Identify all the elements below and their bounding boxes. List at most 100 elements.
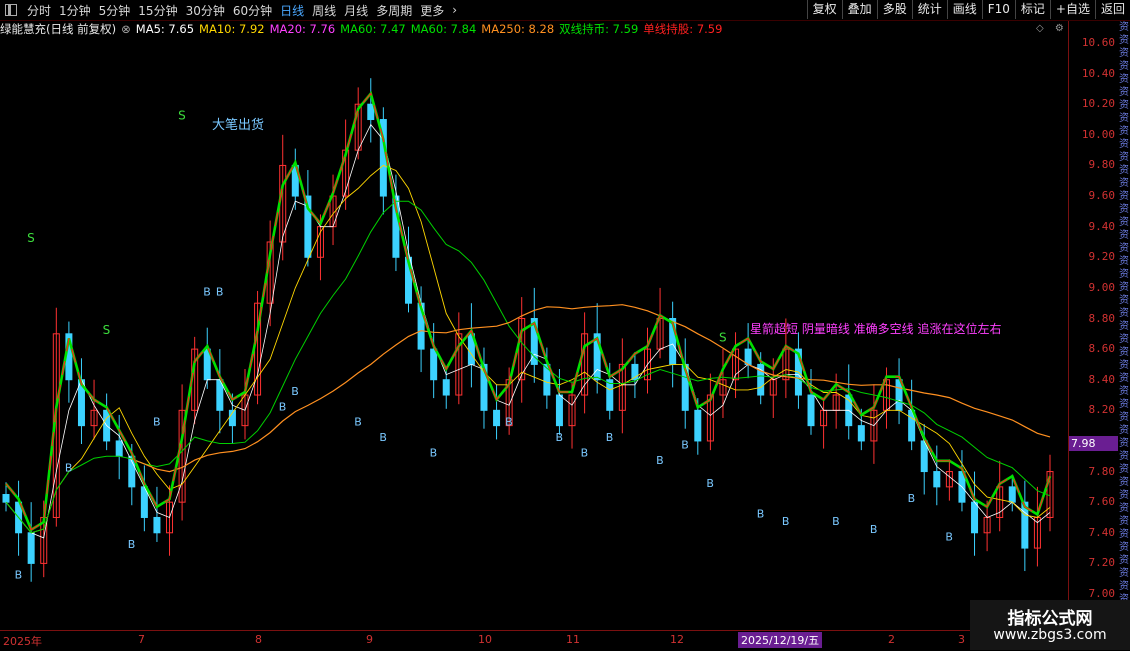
buy-signal: B (870, 523, 878, 536)
side-char: 资 (1119, 22, 1129, 33)
side-char: 资 (1119, 230, 1129, 241)
candle-body (2, 494, 10, 503)
toolbar-button[interactable]: 画线 (946, 0, 982, 19)
y-tick-label: 7.20 (1088, 556, 1116, 570)
candle-body (606, 379, 614, 411)
sell-signal: S (719, 330, 727, 344)
legend-item: MA250: 8.28 (481, 22, 555, 36)
ma60-line (5, 200, 1051, 534)
candle-body (27, 532, 35, 564)
side-char: 资 (1119, 542, 1129, 553)
stock-title[interactable]: 绿能慧充(日线 前复权) (0, 21, 116, 37)
y-tick-label: 7.40 (1088, 525, 1116, 539)
sell-signal: S (178, 109, 186, 123)
buy-signal: B (216, 286, 224, 299)
side-char: 资 (1119, 100, 1129, 111)
side-char: 资 (1119, 74, 1129, 85)
candle-body (744, 348, 752, 365)
side-char: 资 (1119, 581, 1129, 592)
period-tab[interactable]: 多周期 (372, 2, 416, 19)
x-tick-label: 2025年 (3, 635, 42, 648)
side-char: 资 (1119, 139, 1129, 150)
buy-signal: B (945, 530, 953, 543)
candlestick-chart[interactable]: S S S S B B B B B B B B B B B B B B B B B B B B B B B B 大笔出货 星箭超短 阴量暗… (0, 37, 1068, 630)
more-arrow-icon[interactable]: › (448, 3, 461, 17)
toolbar-button[interactable]: F10 (981, 0, 1015, 19)
x-tick-label: 11 (566, 633, 580, 646)
toolbar-button[interactable]: 标记 (1014, 0, 1050, 19)
legend-items: MA5: 7.65 MA10: 7.92 MA20: 7.76 MA60: 7.47 M… (136, 21, 728, 37)
side-char: 资 (1119, 308, 1129, 319)
side-char: 资 (1119, 529, 1129, 540)
period-tab[interactable]: 分时 (23, 2, 55, 19)
sell-signal: S (103, 323, 111, 337)
side-char: 资 (1119, 87, 1129, 98)
side-char: 资 (1119, 282, 1129, 293)
buy-signal: B (15, 569, 23, 582)
period-tab[interactable]: 60分钟 (229, 2, 276, 19)
side-char: 资 (1119, 360, 1129, 371)
candle-body (367, 103, 375, 121)
buy-signal: B (832, 515, 840, 528)
toolbar-button[interactable]: +自选 (1049, 0, 1095, 19)
buy-signal: B (757, 507, 765, 520)
y-tick-label: 8.20 (1088, 403, 1116, 417)
big-sell-annotation: 大笔出货 (212, 117, 264, 133)
time-axis: 2025年 7 8 9 10 11 12 2 3 2025/12/19/五 (0, 630, 1068, 651)
side-char: 资 (1119, 165, 1129, 176)
buy-signal: B (354, 416, 362, 429)
x-tick-label: 8 (255, 633, 262, 646)
candle-body (153, 516, 161, 534)
sell-signal: S (27, 231, 35, 245)
side-panel-text: 资资资资资资资资资资资资资资资资资资资资资资资资资资资资资资资资资资资资资资资资… (1119, 21, 1130, 630)
top-toolbar: 分时 1分钟 5分钟 15分钟 30分钟 60分钟 日线 周线 月线 多周期 更多 › 复权 叠加 多股统… (0, 0, 1130, 21)
side-char: 资 (1119, 256, 1129, 267)
buy-signal: B (706, 477, 714, 490)
period-tab[interactable]: 更多 (416, 2, 448, 19)
period-tab[interactable]: 15分钟 (134, 2, 181, 19)
legend-item: MA60: 7.84 (410, 22, 477, 36)
period-tab[interactable]: 月线 (340, 2, 372, 19)
buy-signal: B (782, 515, 790, 528)
side-char: 资 (1119, 243, 1129, 254)
buy-signal: B (606, 431, 614, 444)
legend-item: 单线持股: 7.59 (643, 22, 723, 36)
candle-body (971, 501, 979, 534)
period-tab[interactable]: 5分钟 (95, 2, 135, 19)
toolbar-button[interactable]: 统计 (911, 0, 947, 19)
candle-body (807, 394, 815, 427)
toolbar-button[interactable]: 返回 (1094, 0, 1130, 19)
buy-signal: B (203, 286, 211, 299)
side-char: 资 (1119, 503, 1129, 514)
settings-icon[interactable]: ⚙ (1055, 23, 1064, 34)
y-tick-label: 7.00 (1088, 587, 1116, 600)
toolbar-button[interactable]: 多股 (876, 0, 912, 19)
side-char: 资 (1119, 516, 1129, 527)
side-char: 资 (1119, 191, 1129, 202)
side-char: 资 (1119, 412, 1129, 423)
period-tab[interactable]: 日线 (276, 2, 308, 19)
selected-date: 2025/12/19/五 (738, 632, 823, 648)
side-char: 资 (1119, 490, 1129, 501)
y-tick-label: 10.60 (1081, 36, 1115, 49)
side-char: 资 (1119, 477, 1129, 488)
window-icon[interactable] (5, 4, 17, 16)
dropdown-icon[interactable]: ⊗ (121, 22, 131, 36)
buy-signal: B (65, 462, 73, 475)
hold-stock-line (5, 92, 1051, 531)
x-tick-label: 7 (138, 633, 145, 646)
period-tab[interactable]: 30分钟 (182, 2, 229, 19)
side-char: 资 (1119, 126, 1129, 137)
side-char: 资 (1119, 61, 1129, 72)
side-char: 资 (1119, 425, 1129, 436)
y-tick-label: 9.40 (1088, 219, 1116, 233)
side-char: 资 (1119, 113, 1129, 124)
toolbar-button[interactable]: 叠加 (841, 0, 877, 19)
candle-body (442, 379, 450, 396)
toolbar-button[interactable]: 复权 (806, 0, 842, 19)
candle-body (493, 409, 501, 427)
diamond-icon[interactable]: ◇ (1036, 23, 1044, 34)
period-tab[interactable]: 1分钟 (55, 2, 95, 19)
period-tab[interactable]: 周线 (308, 2, 340, 19)
legend-item: 双线持币: 7.59 (559, 22, 639, 36)
